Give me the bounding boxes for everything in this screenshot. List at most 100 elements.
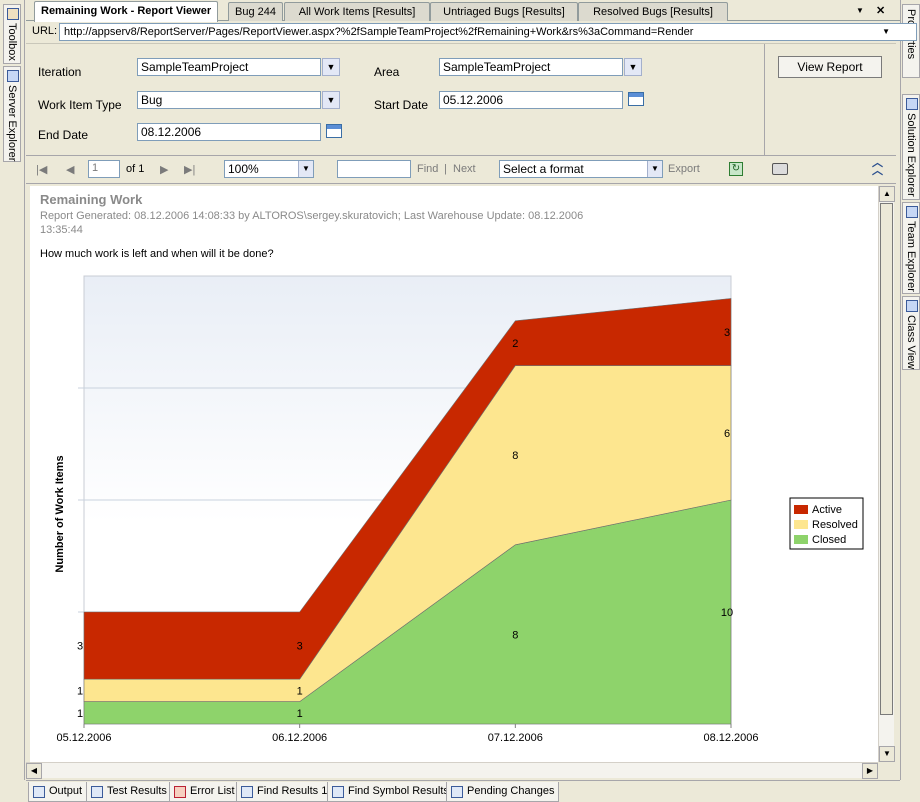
print-icon[interactable] — [772, 163, 788, 175]
tab-find-symbol-results[interactable]: Find Symbol Results — [327, 782, 454, 802]
tab-dropdown-icon[interactable]: ▼ — [856, 6, 864, 15]
export-button[interactable]: Export — [668, 163, 700, 175]
refresh-icon[interactable]: ↻ — [729, 162, 743, 176]
tab-test-results[interactable]: Test Results — [86, 782, 172, 802]
find-input[interactable] — [337, 160, 411, 178]
vertical-scrollbar[interactable]: ▲ ▼ — [878, 186, 895, 762]
calendar-icon[interactable] — [326, 124, 342, 138]
tab-error-list[interactable]: Error List — [169, 782, 240, 802]
previous-page-icon[interactable]: ◀ — [66, 163, 74, 176]
data-label: 3 — [77, 641, 83, 653]
end-date-input[interactable]: 08.12.2006 — [137, 123, 321, 141]
horizontal-scrollbar[interactable]: ◀ ▶ — [26, 762, 878, 779]
collapse-parameters-icon[interactable]: ︿ ︿ — [872, 158, 883, 177]
page-count: of 1 — [126, 163, 145, 175]
iteration-label: Iteration — [38, 65, 82, 79]
class-view-tab[interactable]: Class View — [902, 296, 920, 370]
last-page-icon[interactable]: ▶| — [184, 163, 195, 176]
tab-label: Test Results — [107, 785, 167, 797]
tab-label: Pending Changes — [467, 785, 555, 797]
scroll-thumb[interactable] — [880, 203, 893, 715]
data-label: 6 — [724, 428, 730, 440]
chevron-down-icon[interactable]: ▼ — [322, 58, 340, 76]
page-number-input[interactable]: 1 — [88, 160, 120, 178]
data-label: 1 — [77, 685, 83, 697]
scroll-down-icon[interactable]: ▼ — [879, 746, 895, 762]
tab-all-work-items[interactable]: All Work Items [Results] — [284, 2, 430, 21]
find-button[interactable]: Find — [417, 163, 438, 175]
data-label: 8 — [512, 450, 518, 462]
solution-explorer-icon — [906, 98, 918, 110]
calendar-icon[interactable] — [628, 92, 644, 106]
tab-label: Find Results 1 — [257, 785, 328, 797]
x-tick-label: 05.12.2006 — [56, 732, 111, 744]
chevron-down-icon[interactable]: ▼ — [322, 91, 340, 109]
start-date-input[interactable]: 05.12.2006 — [439, 91, 623, 109]
chart-legend: Active Resolved Closed — [789, 497, 864, 550]
view-report-button[interactable]: View Report — [778, 56, 882, 78]
work-item-type-label: Work Item Type — [38, 98, 122, 112]
data-label: 2 — [512, 338, 518, 350]
chevron-down-icon[interactable]: ▼ — [624, 58, 642, 76]
scroll-up-icon[interactable]: ▲ — [879, 186, 895, 202]
tab-untriaged-bugs[interactable]: Untriaged Bugs [Results] — [430, 2, 578, 21]
end-date-label: End Date — [38, 128, 89, 142]
data-label: 8 — [512, 629, 518, 641]
team-explorer-tab[interactable]: Team Explorer — [902, 202, 920, 294]
properties-tab[interactable]: Properties — [902, 4, 920, 78]
zoom-select[interactable]: 100% ▼ — [224, 160, 314, 178]
tab-label: Remaining Work - Report Viewer — [41, 5, 212, 17]
parameter-panel: Iteration SampleTeamProject ▼ Area Sampl… — [26, 43, 896, 156]
remaining-work-chart: 1 1 8 10 1 1 8 6 3 3 2 3 05.12.2006 06.12.2006 07.12.2… — [54, 275, 864, 744]
area-value: SampleTeamProject — [443, 60, 551, 74]
solution-explorer-tab[interactable]: Solution Explorer — [902, 94, 920, 200]
next-page-icon[interactable]: ▶ — [160, 163, 168, 176]
x-tick-label: 06.12.2006 — [272, 732, 327, 744]
tab-label: Resolved Bugs [Results] — [593, 6, 713, 18]
pending-changes-icon — [451, 786, 463, 798]
iteration-value: SampleTeamProject — [141, 60, 249, 74]
url-bar: URL: http://appserv8/ReportServer/Pages/… — [26, 21, 917, 43]
data-label: 1 — [77, 708, 83, 720]
x-tick-label: 07.12.2006 — [488, 732, 543, 744]
toolbox-tab-label: Toolbox — [6, 23, 18, 61]
page-number-value: 1 — [92, 162, 99, 174]
find-results-icon — [241, 786, 253, 798]
scroll-right-icon[interactable]: ▶ — [862, 763, 878, 779]
toolbar-separator: | — [444, 163, 447, 175]
area-select[interactable]: SampleTeamProject ▼ — [439, 58, 642, 76]
tab-remaining-work-report-viewer[interactable]: Remaining Work - Report Viewer — [34, 1, 219, 22]
tab-pending-changes[interactable]: Pending Changes — [446, 782, 560, 802]
legend-swatch-closed — [794, 535, 808, 544]
url-dropdown-icon[interactable]: ▼ — [882, 27, 890, 36]
legend-label-closed: Closed — [812, 534, 846, 546]
output-icon — [33, 786, 45, 798]
tab-label: Error List — [190, 785, 235, 797]
left-dock-strip: Toolbox Server Explorer — [0, 0, 25, 780]
tab-find-results[interactable]: Find Results 1 — [236, 782, 333, 802]
server-explorer-icon — [7, 70, 19, 82]
team-explorer-tab-label: Team Explorer — [905, 221, 917, 292]
data-label: 1 — [297, 708, 303, 720]
legend-label-resolved: Resolved — [812, 519, 858, 531]
server-explorer-tab-label: Server Explorer — [6, 85, 18, 162]
tab-resolved-bugs[interactable]: Resolved Bugs [Results] — [578, 2, 728, 21]
error-list-icon — [174, 786, 186, 798]
tab-output[interactable]: Output — [28, 782, 88, 802]
url-input[interactable]: http://appserv8/ReportServer/Pages/Repor… — [59, 23, 917, 41]
toolbox-tab[interactable]: Toolbox — [3, 4, 21, 64]
scroll-left-icon[interactable]: ◀ — [26, 763, 42, 779]
scroll-corner — [878, 762, 896, 778]
first-page-icon[interactable]: |◀ — [36, 163, 47, 176]
close-icon[interactable]: ✕ — [876, 4, 885, 17]
iteration-select[interactable]: SampleTeamProject ▼ — [137, 58, 340, 76]
chevron-down-icon[interactable]: ▼ — [647, 161, 662, 177]
toolbox-icon — [7, 8, 19, 20]
tab-bug-244[interactable]: Bug 244 — [228, 2, 283, 21]
next-button[interactable]: Next — [453, 163, 476, 175]
chevron-down-icon[interactable]: ▼ — [298, 161, 313, 177]
work-item-type-select[interactable]: Bug ▼ — [137, 91, 340, 109]
export-format-select[interactable]: Select a format ▼ — [499, 160, 663, 178]
test-results-icon — [91, 786, 103, 798]
server-explorer-tab[interactable]: Server Explorer — [3, 66, 21, 162]
